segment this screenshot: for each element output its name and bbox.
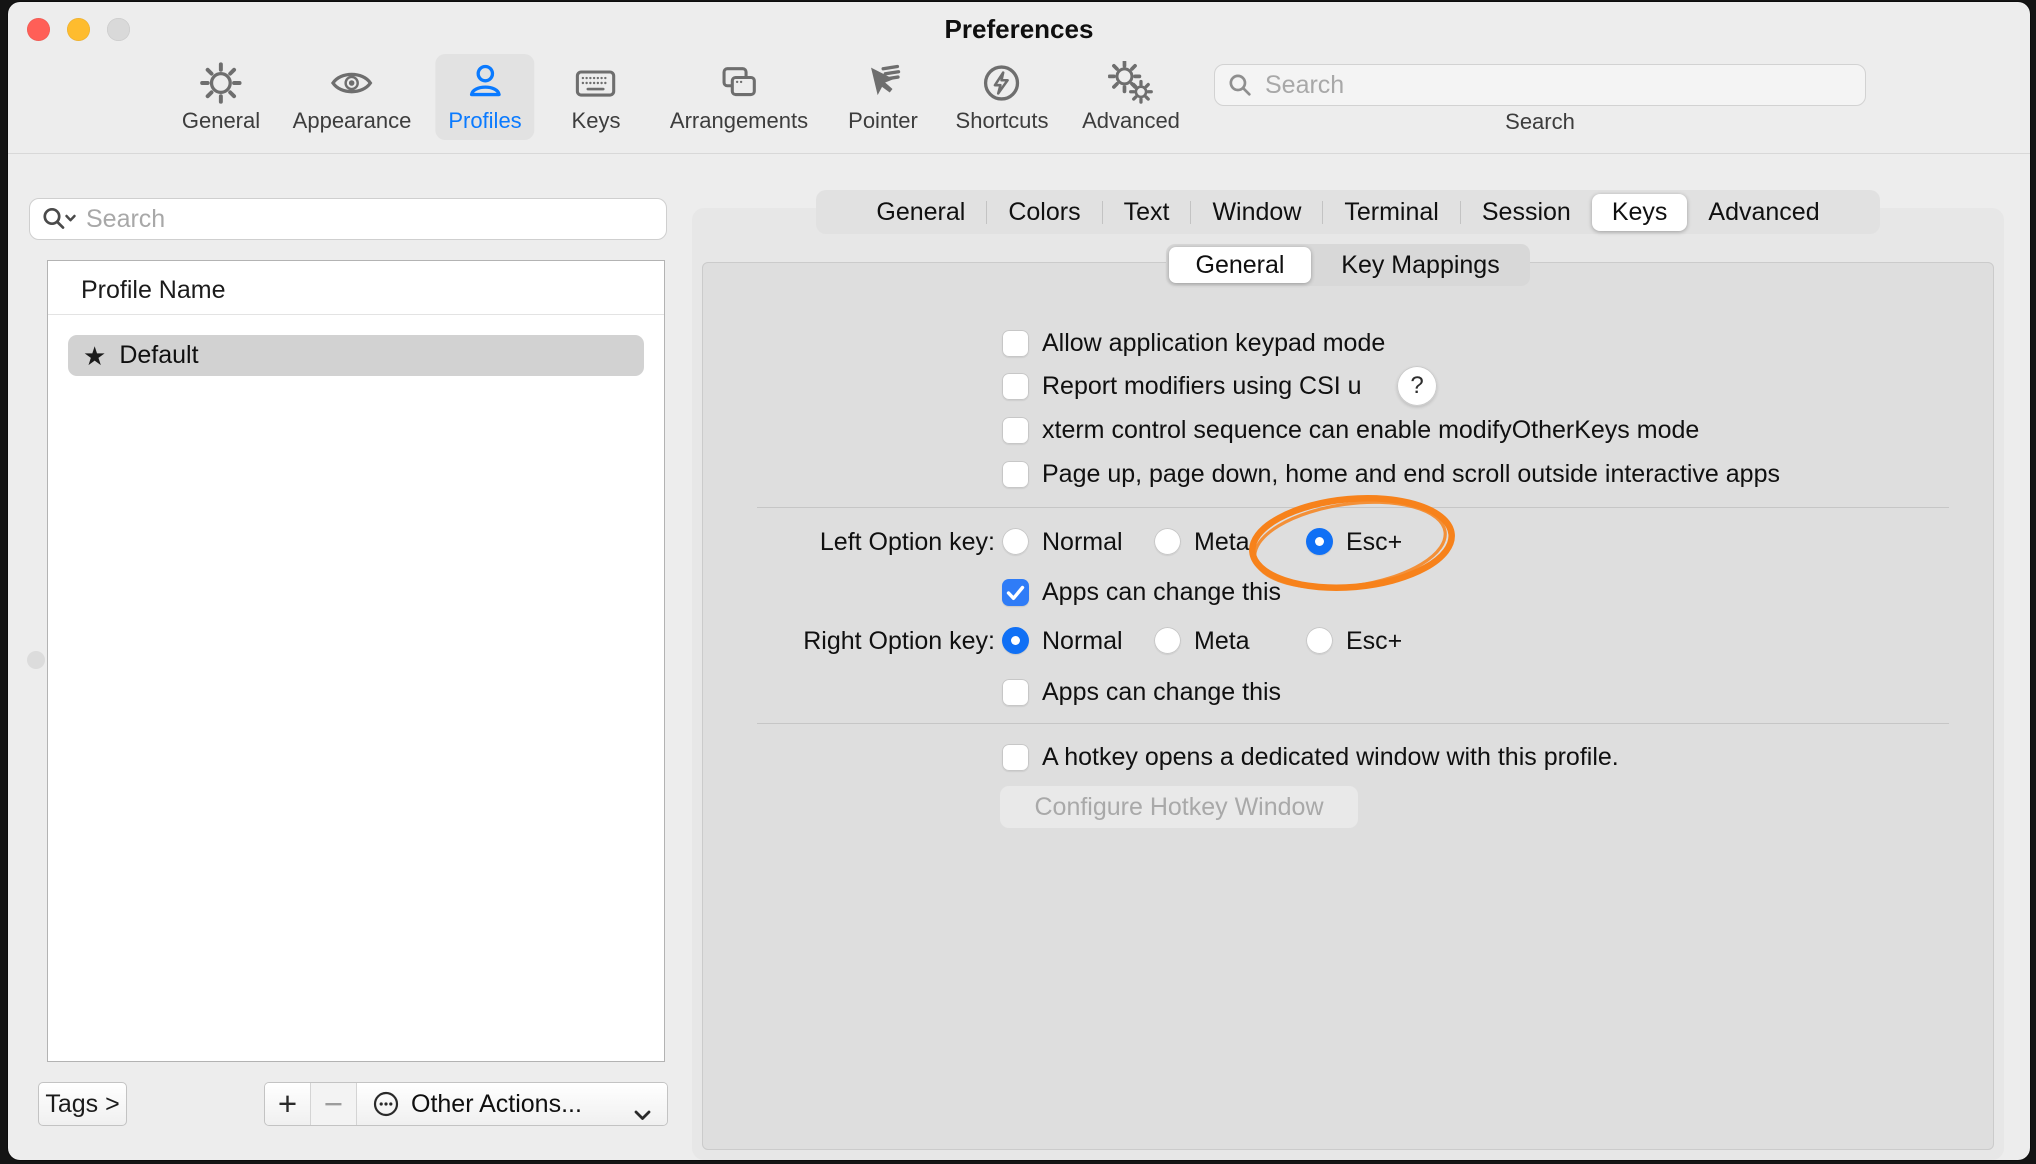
checkbox-label: xterm control sequence can enable modify… xyxy=(1042,414,1699,446)
checkbox-label: Report modifiers using CSI u xyxy=(1042,370,1362,402)
window-title: Preferences xyxy=(8,14,2030,45)
toolbar-item-appearance[interactable]: Appearance xyxy=(280,54,425,140)
toolbar-label: Appearance xyxy=(293,108,412,134)
checkbox-label: Apps can change this xyxy=(1042,576,1281,608)
list-header-divider xyxy=(48,314,664,315)
radio-right-normal[interactable] xyxy=(1002,627,1029,654)
profile-row-default[interactable]: ★ Default xyxy=(68,335,644,376)
profile-list: Profile Name ★ Default xyxy=(47,260,665,1062)
profile-tab-bar: General Colors Text Window Terminal Sess… xyxy=(816,190,1880,234)
keys-subtab-control: General Key Mappings xyxy=(1166,244,1530,286)
tab-terminal[interactable]: Terminal xyxy=(1323,194,1459,231)
profile-list-header: Profile Name xyxy=(81,276,226,305)
radio-right-meta[interactable] xyxy=(1154,627,1181,654)
tags-button[interactable]: Tags > xyxy=(38,1082,127,1126)
radio-label: Esc+ xyxy=(1346,625,1402,657)
checkbox-csi-u[interactable] xyxy=(1002,373,1029,400)
toolbar-search-input[interactable] xyxy=(1263,70,1853,101)
circle-ellipsis-icon xyxy=(372,1090,400,1118)
tab-window[interactable]: Window xyxy=(1191,194,1322,231)
checkbox-keypad-mode[interactable] xyxy=(1002,330,1029,357)
radio-label: Esc+ xyxy=(1346,526,1402,558)
toolbar-item-arrangements[interactable]: Arrangements xyxy=(657,54,821,140)
other-actions-dropdown[interactable]: Other Actions... xyxy=(357,1083,667,1125)
eye-icon xyxy=(329,60,375,106)
other-actions-label: Other Actions... xyxy=(411,1090,582,1119)
gear-icon xyxy=(199,60,243,106)
tab-general[interactable]: General xyxy=(855,194,986,231)
profile-search-field[interactable] xyxy=(29,198,667,240)
tab-session[interactable]: Session xyxy=(1461,194,1592,231)
toolbar-item-general[interactable]: General xyxy=(169,54,273,140)
left-option-key-label: Left Option key: xyxy=(698,526,995,558)
section-divider xyxy=(757,507,1949,508)
checkbox-modify-other-keys[interactable] xyxy=(1002,417,1029,444)
scoped-search-icon xyxy=(40,204,80,234)
radio-left-meta[interactable] xyxy=(1154,528,1181,555)
toolbar-search-caption: Search xyxy=(1214,109,1866,135)
checkbox-right-apps-change[interactable] xyxy=(1002,679,1029,706)
checkbox-label: A hotkey opens a dedicated window with t… xyxy=(1042,741,1619,773)
radio-left-normal[interactable] xyxy=(1002,528,1029,555)
checkbox-left-apps-change[interactable] xyxy=(1002,579,1029,606)
tab-text[interactable]: Text xyxy=(1103,194,1191,231)
radio-label: Meta xyxy=(1194,526,1250,558)
checkbox-label: Allow application keypad mode xyxy=(1042,327,1385,359)
remove-profile-button[interactable]: − xyxy=(311,1083,357,1125)
toolbar-item-shortcuts[interactable]: Shortcuts xyxy=(943,54,1062,140)
add-profile-button[interactable]: + xyxy=(265,1083,311,1125)
profile-actions-group: + − Other Actions... xyxy=(264,1082,668,1126)
check-icon xyxy=(1002,579,1029,606)
radio-label: Normal xyxy=(1042,526,1123,558)
window-edge-dot xyxy=(27,651,45,669)
toolbar-label: Profiles xyxy=(448,108,521,134)
radio-label: Normal xyxy=(1042,625,1123,657)
toolbar-label: Pointer xyxy=(848,108,918,134)
star-icon: ★ xyxy=(83,343,106,369)
toolbar-label: Shortcuts xyxy=(956,108,1049,134)
toolbar-search-field[interactable] xyxy=(1214,64,1866,106)
checkbox-page-scroll[interactable] xyxy=(1002,461,1029,488)
bolt-circle-icon xyxy=(980,60,1024,106)
checkbox-label: Page up, page down, home and end scroll … xyxy=(1042,458,1780,490)
profile-name: Default xyxy=(119,341,198,370)
gears-icon xyxy=(1108,60,1154,106)
radio-label: Meta xyxy=(1194,625,1250,657)
toolbar-label: General xyxy=(182,108,260,134)
cursor-icon xyxy=(861,60,905,106)
right-option-key-label: Right Option key: xyxy=(698,625,995,657)
search-icon xyxy=(1227,72,1254,99)
toolbar-label: Arrangements xyxy=(670,108,808,134)
tab-advanced[interactable]: Advanced xyxy=(1687,194,1840,231)
radio-left-esc[interactable] xyxy=(1306,528,1333,555)
preferences-window: Preferences General Appearance xyxy=(8,2,2030,1160)
section-divider xyxy=(757,723,1949,724)
tab-colors[interactable]: Colors xyxy=(987,194,1101,231)
toolbar-item-profiles[interactable]: Profiles xyxy=(435,54,534,140)
toolbar-label: Advanced xyxy=(1082,108,1180,134)
checkbox-label: Apps can change this xyxy=(1042,676,1281,708)
toolbar-divider xyxy=(8,153,2030,154)
toolbar-item-pointer[interactable]: Pointer xyxy=(835,54,931,140)
tab-keys[interactable]: Keys xyxy=(1592,194,1688,231)
subtab-key-mappings[interactable]: Key Mappings xyxy=(1311,244,1530,286)
toolbar-item-keys[interactable]: Keys xyxy=(559,54,634,140)
profile-search-input[interactable] xyxy=(84,204,656,235)
toolbar-label: Keys xyxy=(572,108,621,134)
configure-hotkey-window-button[interactable]: Configure Hotkey Window xyxy=(1000,786,1358,828)
keyboard-icon xyxy=(573,60,619,106)
chevron-down-icon xyxy=(634,1099,651,1126)
radio-right-esc[interactable] xyxy=(1306,627,1333,654)
windows-icon xyxy=(716,60,762,106)
toolbar-item-advanced[interactable]: Advanced xyxy=(1069,54,1193,140)
help-button[interactable]: ? xyxy=(1397,366,1437,406)
person-icon xyxy=(463,60,507,106)
subtab-general[interactable]: General xyxy=(1169,244,1311,286)
checkbox-hotkey-window[interactable] xyxy=(1002,744,1029,771)
